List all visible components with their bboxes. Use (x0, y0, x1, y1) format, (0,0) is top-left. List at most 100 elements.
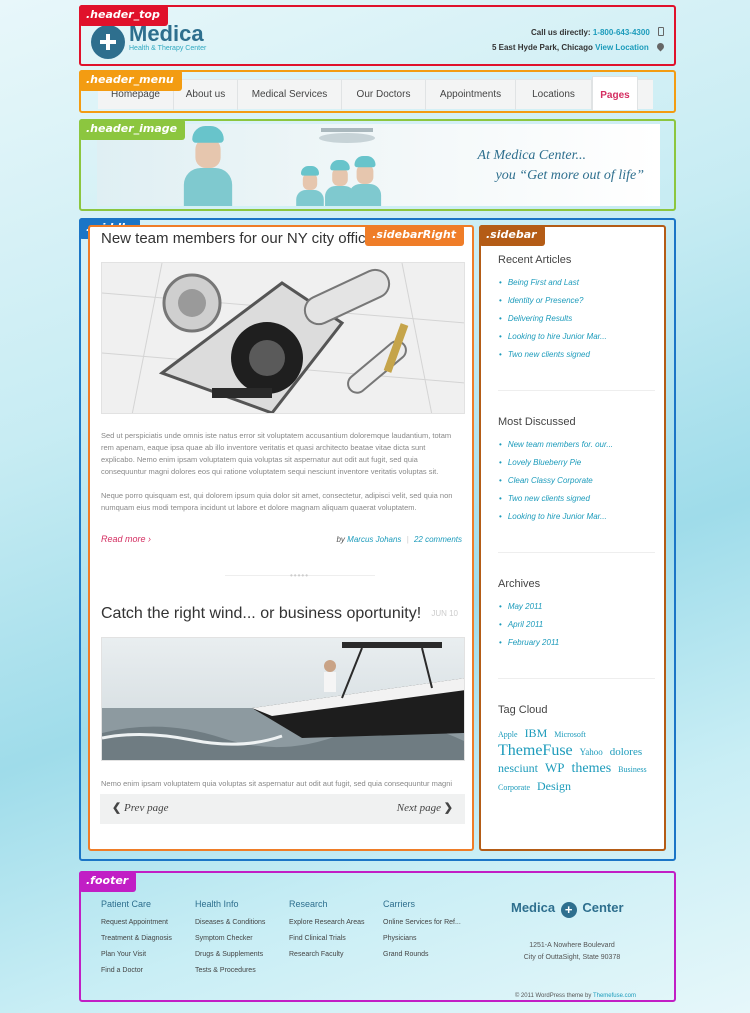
tag-link[interactable]: IBM (525, 726, 548, 740)
footer-column-title: Research (289, 899, 328, 909)
footer-column-carriers: Carriers Online Services for Ref... Phys… (383, 899, 461, 967)
phone-number[interactable]: 1-800-643-4300 (593, 28, 650, 37)
header-menu-region: Homepage About us Medical Services Our D… (79, 70, 676, 113)
recent-articles-title: Recent Articles (498, 254, 572, 266)
region-label: .sidebar (479, 225, 545, 246)
footer-link[interactable]: Symptom Checker (195, 935, 265, 951)
recent-article-link[interactable]: Two new clients signed (499, 346, 607, 364)
widget-divider (498, 390, 655, 391)
archives-list: May 2011 April 2011 February 2011 (499, 598, 559, 652)
tag-cloud-title: Tag Cloud (498, 704, 548, 716)
tag-link[interactable]: Microsoft (554, 730, 586, 739)
region-label: .header_top (79, 5, 168, 26)
tag-link[interactable]: themes (572, 761, 612, 776)
footer-link[interactable]: Physicians (383, 935, 461, 951)
archives-title: Archives (498, 578, 541, 590)
nav-item-medical-services[interactable]: Medical Services (238, 80, 342, 110)
discussed-article-link[interactable]: Lovely Blueberry Pie (499, 454, 613, 472)
surgical-lamp-image (319, 128, 375, 143)
footer-column-title: Patient Care (101, 899, 152, 909)
footer-link[interactable]: Request Appointment (101, 919, 172, 935)
surgeon-image (296, 166, 324, 206)
nav-item-about-us[interactable]: About us (174, 80, 238, 110)
recent-article-link[interactable]: Being First and Last (499, 274, 607, 292)
tag-link[interactable]: Apple (498, 730, 518, 739)
footer-logo-right: Center (582, 900, 624, 915)
footer-link[interactable]: Explore Research Areas (289, 919, 364, 935)
tag-link[interactable]: ThemeFuse (498, 742, 573, 759)
location-pin-icon (655, 41, 666, 52)
recent-article-link[interactable]: Delivering Results (499, 310, 607, 328)
footer-column-research: Research Explore Research Areas Find Cli… (289, 899, 364, 967)
medica-logo-icon[interactable] (91, 25, 125, 59)
sidebar-region: .sidebar Recent Articles Being First and… (479, 225, 666, 851)
region-label: .sidebarRight (365, 225, 464, 246)
footer-column-title: Health Info (195, 899, 239, 909)
copyright-text: © 2011 WordPress theme by Themefuse.com (515, 993, 636, 999)
footer-link[interactable]: Find Clinical Trials (289, 935, 364, 951)
most-discussed-list: New team members for. our... Lovely Blue… (499, 436, 613, 526)
banner-line-1: At Medica Center... (477, 148, 586, 163)
plus-icon: + (560, 902, 577, 918)
widget-divider (498, 552, 655, 553)
footer-region: .footer Patient Care Request Appointment… (79, 871, 676, 1002)
address-line: 5 East Hyde Park, Chicago View Location (491, 41, 666, 52)
footer-link[interactable]: Grand Rounds (383, 951, 461, 967)
themefuse-link[interactable]: Themefuse.com (593, 993, 636, 999)
recent-article-link[interactable]: Looking to hire Junior Mar... (499, 328, 607, 346)
phone-icon (658, 27, 664, 36)
tag-link[interactable]: Design (537, 779, 571, 793)
nav-item-our-doctors[interactable]: Our Doctors (342, 80, 426, 110)
logo-tagline: Health & Therapy Center (129, 45, 207, 52)
archive-link[interactable]: February 2011 (499, 634, 559, 652)
tag-link[interactable]: Yahoo (580, 747, 603, 757)
footer-link[interactable]: Research Faculty (289, 951, 364, 967)
footer-link[interactable]: Online Services for Ref... (383, 919, 461, 935)
tag-link[interactable]: Corporate (498, 783, 530, 792)
discussed-article-link[interactable]: New team members for. our... (499, 436, 613, 454)
discussed-article-link[interactable]: Two new clients signed (499, 490, 613, 508)
archive-link[interactable]: April 2011 (499, 616, 559, 634)
footer-address-line: City of OuttaSight, State 90378 (523, 954, 621, 961)
surgeon-image (348, 156, 382, 206)
archive-link[interactable]: May 2011 (499, 598, 559, 616)
footer-column-patient-care: Patient Care Request Appointment Treatme… (101, 899, 172, 983)
nav-item-locations[interactable]: Locations (516, 80, 592, 110)
footer-column-title: Carriers (383, 899, 416, 909)
footer-link[interactable]: Treatment & Diagnosis (101, 935, 172, 951)
footer-link[interactable]: Plan Your Visit (101, 951, 172, 967)
header-top-region: Medica Health & Therapy Center Call us d… (79, 5, 676, 66)
banner-line-2: you “Get more out of life” (495, 168, 644, 183)
nav-item-pages[interactable]: Pages (592, 76, 638, 110)
footer-column-health-info: Health Info Diseases & Conditions Sympto… (195, 899, 265, 983)
copyright-label: © 2011 WordPress theme by (514, 993, 592, 999)
recent-articles-list: Being First and Last Identity or Presenc… (499, 274, 607, 364)
region-label: .header_image (79, 119, 186, 140)
footer-logo-left: Medica (511, 900, 556, 915)
discussed-article-link[interactable]: Looking to hire Junior Mar... (499, 508, 613, 526)
region-label: .footer (79, 871, 137, 892)
footer-link[interactable]: Tests & Procedures (195, 967, 265, 983)
footer-link[interactable]: Find a Doctor (101, 967, 172, 983)
footer-link[interactable]: Drugs & Supplements (195, 951, 265, 967)
view-location-link[interactable]: View Location (595, 43, 649, 52)
tag-link[interactable]: dolores (610, 746, 642, 758)
sidebar-right-region: .sidebarRight (88, 225, 474, 851)
call-label: Call us directly: (531, 28, 591, 37)
most-discussed-title: Most Discussed (498, 416, 576, 428)
widget-divider (498, 678, 655, 679)
phone-line: Call us directly: 1-800-643-4300 (531, 27, 664, 37)
footer-link[interactable]: Diseases & Conditions (195, 919, 265, 935)
header-image-region: At Medica Center... you “Get more out of… (79, 119, 676, 211)
recent-article-link[interactable]: Identity or Presence? (499, 292, 607, 310)
tag-link[interactable]: nesciunt (498, 761, 538, 775)
footer-address-line: 1251-A Nowhere Boulevard (529, 942, 615, 949)
tag-link[interactable]: Business (618, 765, 646, 774)
tag-cloud: Apple IBM Microsoft ThemeFuse Yahoo dolo… (498, 725, 658, 796)
region-label: .header_menu (79, 70, 182, 91)
discussed-article-link[interactable]: Clean Classy Corporate (499, 472, 613, 490)
tag-link[interactable]: WP (545, 760, 565, 775)
address-text: 5 East Hyde Park, Chicago (491, 43, 593, 52)
nav-item-appointments[interactable]: Appointments (426, 80, 516, 110)
footer-logo[interactable]: Medica + Center (511, 900, 624, 918)
